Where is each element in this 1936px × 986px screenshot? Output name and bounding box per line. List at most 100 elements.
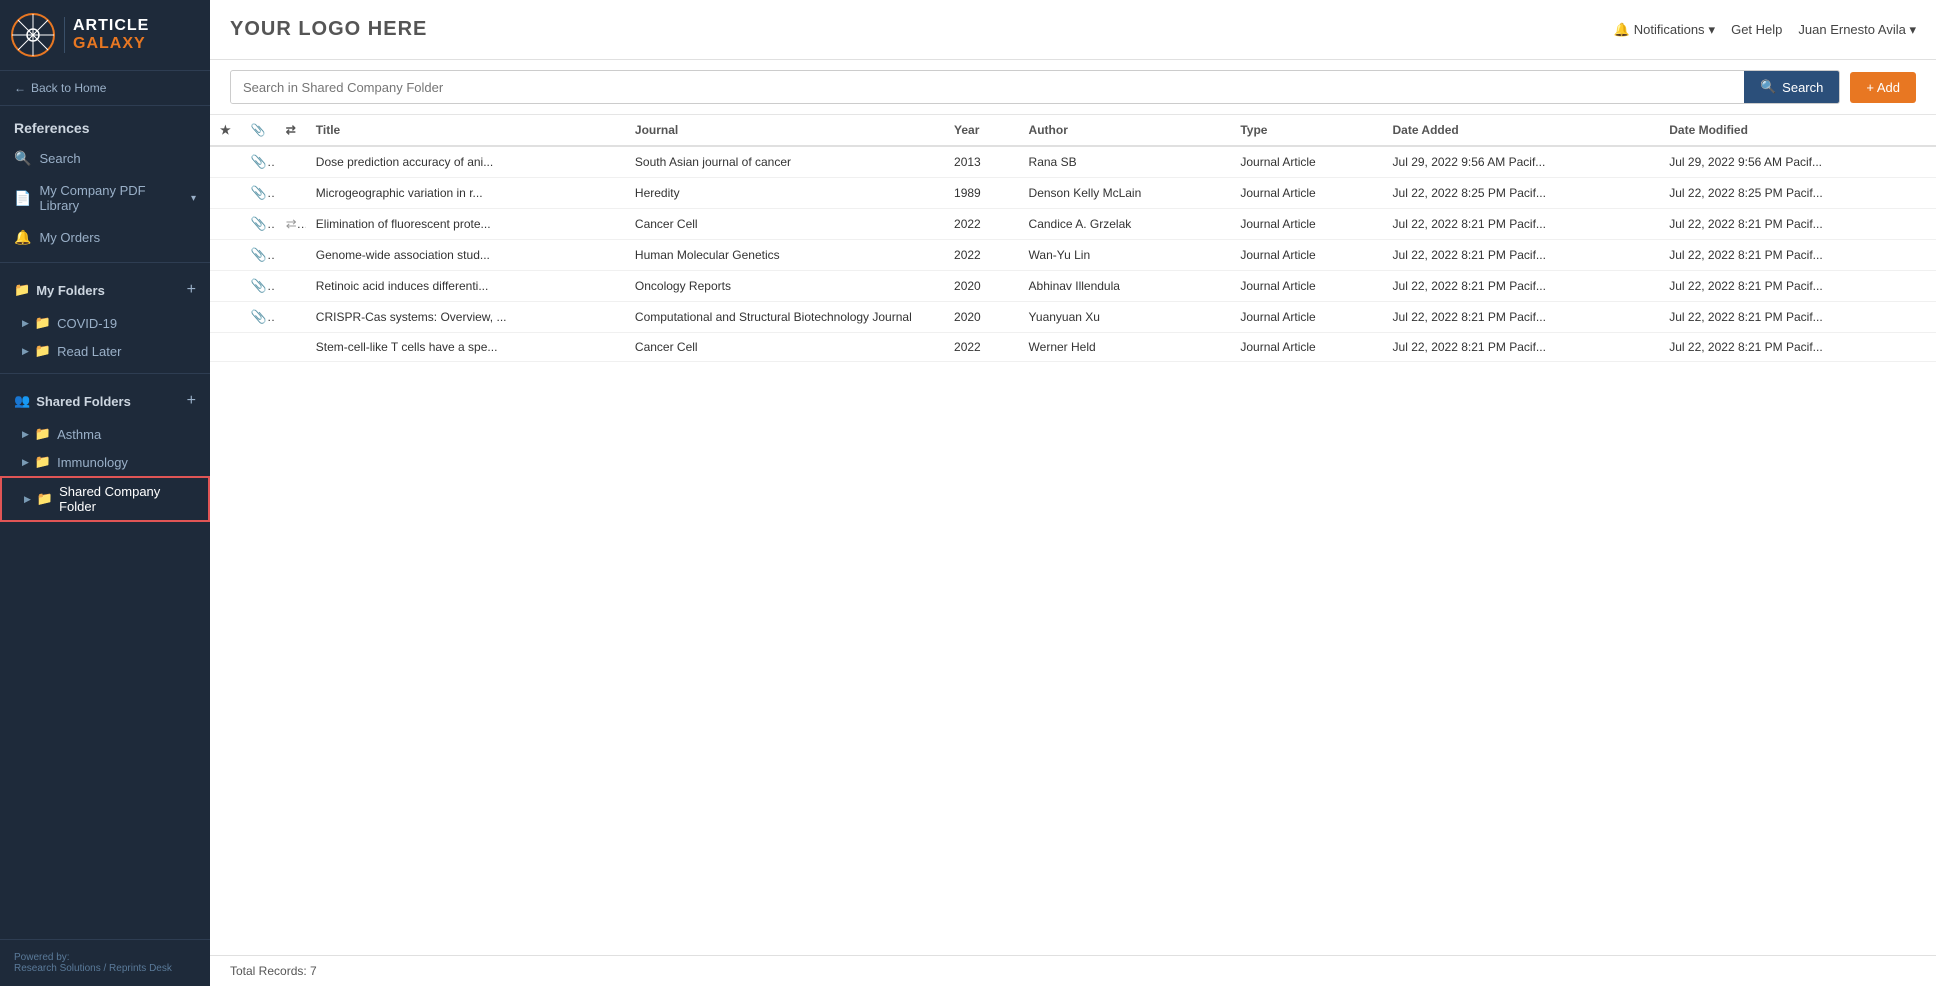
row-date-modified-3: Jul 22, 2022 8:21 PM Pacif... xyxy=(1659,240,1936,271)
row-journal-0: South Asian journal of cancer xyxy=(625,146,944,178)
shared-folder-immunology[interactable]: ▶ 📁 Immunology xyxy=(0,448,210,476)
header-logo: YOUR LOGO HERE xyxy=(230,18,427,41)
cite-icon: ⇄ xyxy=(286,216,306,231)
folders-icon: 📁 xyxy=(14,282,30,298)
search-input[interactable] xyxy=(231,72,1744,103)
row-star-0[interactable] xyxy=(210,146,241,178)
shared-folder-asthma[interactable]: ▶ 📁 Asthma xyxy=(0,420,210,448)
table-row[interactable]: 📎 Dose prediction accuracy of ani... Sou… xyxy=(210,146,1936,178)
col-journal[interactable]: Journal xyxy=(625,115,944,146)
table-row[interactable]: 📎 CRISPR-Cas systems: Overview, ... Comp… xyxy=(210,302,1936,333)
sidebar-footer: Powered by: Research Solutions / Reprint… xyxy=(0,939,210,986)
sidebar-pdf-library[interactable]: 📄 My Company PDF Library ▾ xyxy=(0,175,210,221)
notifications-button[interactable]: 🔔 Notifications ▾ xyxy=(1614,22,1716,38)
row-date-added-5: Jul 22, 2022 8:21 PM Pacif... xyxy=(1383,302,1660,333)
row-year-5: 2020 xyxy=(944,302,1019,333)
references-section-title: References xyxy=(0,106,210,142)
row-title-4[interactable]: Retinoic acid induces differenti... xyxy=(306,271,625,302)
shared-folders-header[interactable]: 👥 Shared Folders + xyxy=(0,382,210,420)
attachment-icon: 📎 xyxy=(251,216,276,231)
row-journal-1: Heredity xyxy=(625,178,944,209)
my-folders-header[interactable]: 📁 My Folders + xyxy=(0,271,210,309)
logo-galaxy: GALAXY xyxy=(73,35,149,53)
my-orders-label: My Orders xyxy=(39,230,100,245)
row-journal-5: Computational and Structural Biotechnolo… xyxy=(625,302,944,333)
shared-icon: 👥 xyxy=(14,393,30,409)
row-date-added-4: Jul 22, 2022 8:21 PM Pacif... xyxy=(1383,271,1660,302)
col-date-added[interactable]: Date Added xyxy=(1383,115,1660,146)
pdf-icon: 📄 xyxy=(14,190,31,207)
row-star-1[interactable] xyxy=(210,178,241,209)
row-type-3: Journal Article xyxy=(1230,240,1382,271)
add-button[interactable]: + Add xyxy=(1850,72,1916,103)
col-title[interactable]: Title xyxy=(306,115,625,146)
user-menu[interactable]: Juan Ernesto Avila ▾ xyxy=(1798,22,1916,38)
attachment-icon: 📎 xyxy=(251,185,276,200)
logo-area: ARTICLE GALAXY xyxy=(0,0,210,71)
row-title-3[interactable]: Genome-wide association stud... xyxy=(306,240,625,271)
row-date-added-3: Jul 22, 2022 8:21 PM Pacif... xyxy=(1383,240,1660,271)
folder-arrow-company: ▶ xyxy=(24,494,31,505)
table-row[interactable]: 📎 ⇄ Elimination of fluorescent prote... … xyxy=(210,209,1936,240)
folder-name-immunology: Immunology xyxy=(57,455,128,470)
row-type-6: Journal Article xyxy=(1230,333,1382,362)
row-title-2[interactable]: Elimination of fluorescent prote... xyxy=(306,209,625,240)
table-row[interactable]: Stem-cell-like T cells have a spe... Can… xyxy=(210,333,1936,362)
row-journal-6: Cancer Cell xyxy=(625,333,944,362)
row-title-6[interactable]: Stem-cell-like T cells have a spe... xyxy=(306,333,625,362)
get-help-link[interactable]: Get Help xyxy=(1731,22,1782,37)
row-type-5: Journal Article xyxy=(1230,302,1382,333)
row-date-modified-6: Jul 22, 2022 8:21 PM Pacif... xyxy=(1659,333,1936,362)
row-title-5[interactable]: CRISPR-Cas systems: Overview, ... xyxy=(306,302,625,333)
folder-read-later[interactable]: ▶ 📁 Read Later xyxy=(0,337,210,365)
folder-name-company: Shared Company Folder xyxy=(59,484,194,514)
search-btn-icon: 🔍 xyxy=(1760,79,1776,95)
table-row[interactable]: 📎 Genome-wide association stud... Human … xyxy=(210,240,1936,271)
row-star-3[interactable] xyxy=(210,240,241,271)
row-attachment-2: 📎 xyxy=(241,209,276,240)
folder-icon-read-later: 📁 xyxy=(35,343,51,359)
attachment-icon: 📎 xyxy=(251,247,276,262)
col-type[interactable]: Type xyxy=(1230,115,1382,146)
add-folder-icon[interactable]: + xyxy=(187,281,196,299)
powered-by-label: Powered by: xyxy=(14,952,196,963)
search-button[interactable]: 🔍 Search xyxy=(1744,71,1839,103)
shared-folder-company[interactable]: ▶ 📁 Shared Company Folder xyxy=(0,476,210,522)
col-date-modified[interactable]: Date Modified xyxy=(1659,115,1936,146)
table-row[interactable]: 📎 Retinoic acid induces differenti... On… xyxy=(210,271,1936,302)
logo-text: ARTICLE GALAXY xyxy=(64,17,149,52)
col-author[interactable]: Author xyxy=(1019,115,1231,146)
table-footer: Total Records: 7 xyxy=(210,955,1936,986)
sidebar-my-orders[interactable]: 🔔 My Orders xyxy=(0,221,210,254)
attachment-icon: 📎 xyxy=(251,278,276,293)
row-star-5[interactable] xyxy=(210,302,241,333)
table-row[interactable]: 📎 Microgeographic variation in r... Here… xyxy=(210,178,1936,209)
add-shared-folder-icon[interactable]: + xyxy=(187,392,196,410)
col-star[interactable]: ★ xyxy=(210,115,241,146)
sidebar: ARTICLE GALAXY ← Back to Home References… xyxy=(0,0,210,986)
row-title-0[interactable]: Dose prediction accuracy of ani... xyxy=(306,146,625,178)
folder-covid19[interactable]: ▶ 📁 COVID-19 xyxy=(0,309,210,337)
header-right: 🔔 Notifications ▾ Get Help Juan Ernesto … xyxy=(1614,22,1916,38)
row-star-4[interactable] xyxy=(210,271,241,302)
row-type-1: Journal Article xyxy=(1230,178,1382,209)
row-cite-1 xyxy=(276,178,306,209)
row-journal-3: Human Molecular Genetics xyxy=(625,240,944,271)
row-type-4: Journal Article xyxy=(1230,271,1382,302)
row-star-6[interactable] xyxy=(210,333,241,362)
folder-name-asthma: Asthma xyxy=(57,427,101,442)
row-cite-2: ⇄ xyxy=(276,209,306,240)
folder-name-read-later: Read Later xyxy=(57,344,121,359)
row-title-1[interactable]: Microgeographic variation in r... xyxy=(306,178,625,209)
notif-chevron-icon: ▾ xyxy=(1709,22,1716,38)
shared-folders-title: Shared Folders xyxy=(36,394,131,409)
sidebar-search[interactable]: 🔍 Search xyxy=(0,142,210,175)
row-star-2[interactable] xyxy=(210,209,241,240)
folder-arrow-read-later: ▶ xyxy=(22,346,29,357)
back-arrow-icon: ← xyxy=(14,81,26,95)
table-header-row: ★ 📎 ⇄ Title Journal Year Author Type Dat… xyxy=(210,115,1936,146)
back-to-home[interactable]: ← Back to Home xyxy=(0,71,210,106)
row-author-0: Rana SB xyxy=(1019,146,1231,178)
col-year[interactable]: Year xyxy=(944,115,1019,146)
row-journal-4: Oncology Reports xyxy=(625,271,944,302)
